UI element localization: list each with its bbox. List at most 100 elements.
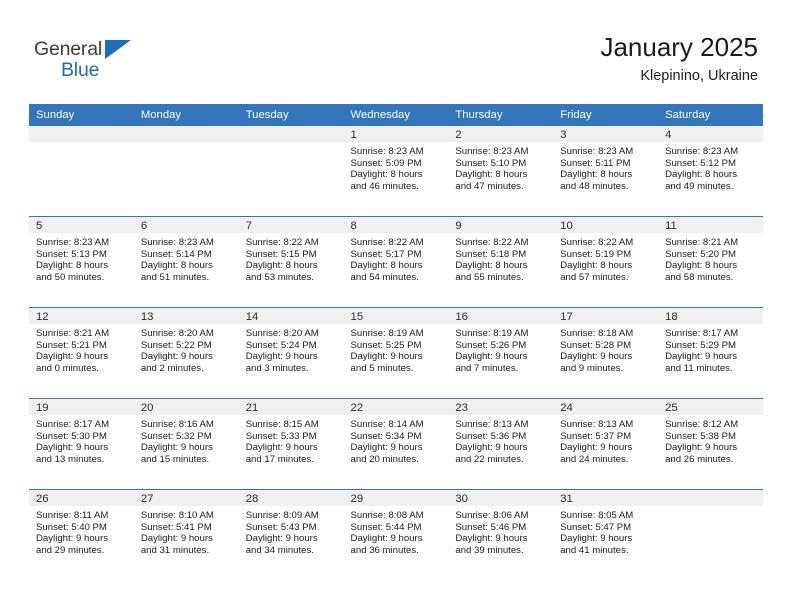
calendar-cell[interactable]: 29 Sunrise: 8:08 AM Sunset: 5:44 PM Dayligh… [343, 489, 449, 580]
day-details: Sunrise: 8:16 AM Sunset: 5:32 PM Daylight:… [134, 415, 239, 465]
calendar-cell[interactable]: 14 Sunrise: 8:20 AM Sunset: 5:24 PM Dayligh… [238, 307, 344, 399]
sunrise-text: Sunrise: 8:22 AM [455, 237, 529, 248]
title-block: January 2025 Klepinino, Ukraine [600, 32, 758, 86]
calendar-week-row: 26 Sunrise: 8:11 AM Sunset: 5:40 PM Dayligh… [29, 489, 763, 580]
calendar-cell[interactable]: 24 Sunrise: 8:13 AM Sunset: 5:37 PM Dayligh… [553, 398, 659, 490]
calendar-cell[interactable]: 10 Sunrise: 8:22 AM Sunset: 5:19 PM Dayligh… [553, 216, 659, 308]
weekday-header-thursday: Thursday [448, 104, 554, 126]
calendar-cell[interactable]: 1 Sunrise: 8:23 AM Sunset: 5:09 PM Daylight… [343, 126, 449, 217]
day-details [134, 142, 239, 146]
day-number: 11 [658, 217, 763, 233]
day-number: 26 [29, 490, 134, 506]
day-number: 22 [343, 399, 449, 415]
daylight-text-line2: and 47 minutes. [455, 180, 524, 192]
sunrise-text: Sunrise: 8:14 AM [350, 419, 424, 430]
daylight-text-line2: and 17 minutes. [245, 453, 314, 465]
calendar-cell[interactable]: 31 Sunrise: 8:05 AM Sunset: 5:47 PM Dayligh… [553, 489, 659, 580]
sunrise-text: Sunrise: 8:15 AM [245, 419, 319, 430]
day-cell: 9 Sunrise: 8:22 AM Sunset: 5:18 PM Daylight… [448, 217, 554, 307]
calendar-cell[interactable]: 9 Sunrise: 8:22 AM Sunset: 5:18 PM Daylight… [448, 216, 554, 308]
weekday-header-wednesday: Wednesday [343, 104, 449, 126]
calendar-cell[interactable]: 8 Sunrise: 8:22 AM Sunset: 5:17 PM Daylight… [343, 216, 449, 308]
day-details: Sunrise: 8:09 AM Sunset: 5:43 PM Daylight:… [239, 506, 344, 556]
calendar-cell[interactable]: 5 Sunrise: 8:23 AM Sunset: 5:13 PM Daylight… [29, 216, 134, 308]
calendar-cell[interactable]: 2 Sunrise: 8:23 AM Sunset: 5:10 PM Daylight… [448, 126, 554, 217]
calendar-cell[interactable]: 11 Sunrise: 8:21 AM Sunset: 5:20 PM Dayligh… [658, 216, 763, 308]
calendar-cell[interactable]: 20 Sunrise: 8:16 AM Sunset: 5:32 PM Dayligh… [133, 398, 239, 490]
day-cell-empty [658, 490, 763, 580]
day-number: 28 [238, 490, 344, 506]
logo-text-general: General [34, 38, 102, 60]
sunrise-text: Sunrise: 8:22 AM [245, 237, 319, 248]
daylight-text-line1: Daylight: 9 hours [140, 351, 213, 363]
calendar-cell[interactable]: 6 Sunrise: 8:23 AM Sunset: 5:14 PM Daylight… [133, 216, 239, 308]
day-details: Sunrise: 8:23 AM Sunset: 5:10 PM Daylight:… [448, 142, 553, 192]
day-cell: 29 Sunrise: 8:08 AM Sunset: 5:44 PM Dayligh… [343, 490, 449, 580]
logo-text-blue: Blue [61, 59, 100, 81]
calendar-cell[interactable]: 30 Sunrise: 8:06 AM Sunset: 5:46 PM Dayligh… [448, 489, 554, 580]
day-cell: 7 Sunrise: 8:22 AM Sunset: 5:15 PM Daylight… [238, 217, 344, 307]
day-cell: 14 Sunrise: 8:20 AM Sunset: 5:24 PM Dayligh… [238, 308, 344, 398]
weekday-header-friday: Friday [553, 104, 659, 126]
calendar-cell[interactable]: 16 Sunrise: 8:19 AM Sunset: 5:26 PM Dayligh… [448, 307, 554, 399]
day-details: Sunrise: 8:23 AM Sunset: 5:14 PM Daylight:… [134, 233, 239, 283]
sunrise-text: Sunrise: 8:20 AM [140, 328, 214, 339]
day-number: 5 [29, 217, 134, 233]
calendar-cell[interactable]: 3 Sunrise: 8:23 AM Sunset: 5:11 PM Daylight… [553, 126, 659, 217]
calendar-cell[interactable] [29, 126, 134, 217]
daylight-text-line2: and 15 minutes. [140, 453, 210, 465]
day-number: 4 [658, 126, 763, 142]
calendar-cell[interactable]: 28 Sunrise: 8:09 AM Sunset: 5:43 PM Dayligh… [238, 489, 344, 580]
day-number: 16 [448, 308, 554, 324]
sunset-text: Sunset: 5:18 PM [455, 248, 527, 260]
daylight-text-line1: Daylight: 9 hours [560, 533, 633, 545]
calendar-cell[interactable]: 19 Sunrise: 8:17 AM Sunset: 5:30 PM Dayligh… [29, 398, 134, 490]
calendar-cell[interactable] [238, 126, 344, 217]
sunset-text: Sunset: 5:09 PM [350, 157, 422, 169]
day-number: 12 [29, 308, 134, 324]
calendar-cell[interactable]: 21 Sunrise: 8:15 AM Sunset: 5:33 PM Dayligh… [238, 398, 344, 490]
sunrise-text: Sunrise: 8:19 AM [350, 328, 424, 339]
calendar-cell[interactable]: 17 Sunrise: 8:18 AM Sunset: 5:28 PM Dayligh… [553, 307, 659, 399]
day-details: Sunrise: 8:22 AM Sunset: 5:15 PM Daylight:… [239, 233, 344, 283]
calendar-page: General Blue January 2025 Klepinino, Ukr… [0, 0, 792, 612]
calendar-cell[interactable]: 7 Sunrise: 8:22 AM Sunset: 5:15 PM Daylight… [238, 216, 344, 308]
sunrise-text: Sunrise: 8:23 AM [665, 146, 739, 157]
day-details: Sunrise: 8:13 AM Sunset: 5:36 PM Daylight:… [448, 415, 553, 465]
day-cell-empty [238, 126, 344, 216]
calendar-cell[interactable]: 4 Sunrise: 8:23 AM Sunset: 5:12 PM Daylight… [658, 126, 763, 217]
calendar-cell[interactable]: 26 Sunrise: 8:11 AM Sunset: 5:40 PM Dayligh… [29, 489, 134, 580]
calendar-cell[interactable]: 23 Sunrise: 8:13 AM Sunset: 5:36 PM Dayligh… [448, 398, 554, 490]
day-cell: 13 Sunrise: 8:20 AM Sunset: 5:22 PM Dayligh… [133, 308, 239, 398]
calendar-cell[interactable]: 27 Sunrise: 8:10 AM Sunset: 5:41 PM Dayligh… [133, 489, 239, 580]
day-cell: 22 Sunrise: 8:14 AM Sunset: 5:34 PM Dayligh… [343, 399, 449, 489]
calendar-cell[interactable] [658, 489, 763, 580]
daylight-text-line2: and 3 minutes. [245, 362, 309, 374]
daylight-text-line2: and 24 minutes. [560, 453, 629, 465]
sunrise-text: Sunrise: 8:22 AM [350, 237, 424, 248]
calendar-cell[interactable]: 25 Sunrise: 8:12 AM Sunset: 5:38 PM Dayligh… [658, 398, 763, 490]
day-cell: 5 Sunrise: 8:23 AM Sunset: 5:13 PM Daylight… [29, 217, 134, 307]
calendar-cell[interactable]: 18 Sunrise: 8:17 AM Sunset: 5:29 PM Dayligh… [658, 307, 763, 399]
day-number: 3 [553, 126, 659, 142]
day-cell: 25 Sunrise: 8:12 AM Sunset: 5:38 PM Dayligh… [658, 399, 763, 489]
day-cell: 20 Sunrise: 8:16 AM Sunset: 5:32 PM Dayligh… [133, 399, 239, 489]
sunset-text: Sunset: 5:34 PM [350, 430, 422, 442]
daylight-text-line1: Daylight: 9 hours [560, 442, 633, 454]
daylight-text-line1: Daylight: 9 hours [665, 442, 738, 454]
calendar-cell[interactable]: 13 Sunrise: 8:20 AM Sunset: 5:22 PM Dayligh… [133, 307, 239, 399]
calendar-cell[interactable]: 15 Sunrise: 8:19 AM Sunset: 5:25 PM Dayligh… [343, 307, 449, 399]
day-details [658, 506, 763, 510]
sunrise-text: Sunrise: 8:17 AM [36, 419, 110, 430]
daylight-text-line2: and 7 minutes. [455, 362, 519, 374]
calendar-cell[interactable] [133, 126, 239, 217]
day-number: 8 [343, 217, 449, 233]
daylight-text-line1: Daylight: 9 hours [245, 442, 318, 454]
day-details: Sunrise: 8:18 AM Sunset: 5:28 PM Daylight:… [553, 324, 658, 374]
calendar-cell[interactable]: 22 Sunrise: 8:14 AM Sunset: 5:34 PM Dayligh… [343, 398, 449, 490]
day-number: 14 [238, 308, 344, 324]
calendar-cell[interactable]: 12 Sunrise: 8:21 AM Sunset: 5:21 PM Dayligh… [29, 307, 134, 399]
day-cell: 6 Sunrise: 8:23 AM Sunset: 5:14 PM Daylight… [133, 217, 239, 307]
day-number: 27 [133, 490, 239, 506]
general-blue-logo[interactable]: General Blue [34, 38, 154, 84]
